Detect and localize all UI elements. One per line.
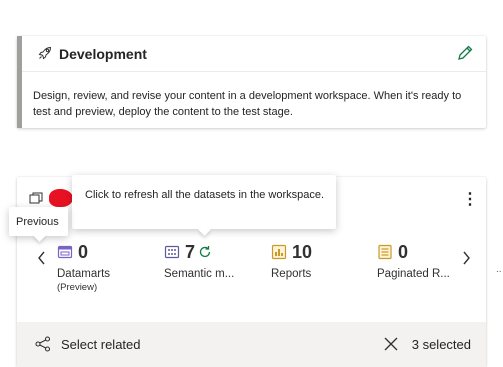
previous-arrow-button[interactable] <box>34 249 50 269</box>
stat-count: 0 <box>398 241 409 262</box>
development-stage-card: Development Design, review, and revise y… <box>17 36 486 128</box>
refresh-tooltip: Click to refresh all the datasets in the… <box>72 175 336 236</box>
stage-description: Design, review, and revise your content … <box>33 90 462 118</box>
stat-paginated-reports[interactable]: 0 Paginated R... <box>377 241 477 281</box>
stat-sublabel: (Preview) <box>57 282 98 293</box>
stat-count: 7 <box>185 241 196 262</box>
refresh-icon[interactable] <box>198 245 212 259</box>
semantic-model-icon <box>164 245 180 259</box>
stat-datamarts[interactable]: 0 Datamarts (Preview) <box>57 241 157 294</box>
stat-label: Semantic m... <box>164 268 235 280</box>
stat-semantic-models[interactable]: 7 Semantic m... <box>164 241 264 281</box>
overflow-dots: .. <box>496 264 502 275</box>
edit-pencil-icon[interactable] <box>456 44 474 62</box>
selected-count: 3 selected <box>411 337 471 352</box>
select-related-button[interactable]: Select related <box>61 337 141 352</box>
more-options-button[interactable]: ⋮ <box>462 191 478 209</box>
report-icon <box>271 244 287 260</box>
stat-count: 0 <box>78 241 89 262</box>
stat-label: Reports <box>271 268 312 280</box>
paginated-report-icon <box>378 244 392 260</box>
workspace-avatar <box>49 189 73 207</box>
close-icon[interactable] <box>384 337 398 351</box>
rocket-icon <box>38 46 52 60</box>
chevron-left-icon <box>38 251 45 265</box>
stat-reports[interactable]: 10 Reports <box>271 241 371 281</box>
workspace-icon <box>29 192 43 204</box>
datamart-icon <box>57 245 73 259</box>
stat-count: 10 <box>292 241 313 262</box>
stage-header: Development <box>22 36 486 72</box>
stat-label: Datamarts <box>57 268 111 280</box>
stage-title: Development <box>59 46 147 62</box>
previous-tooltip: Previous <box>9 207 68 242</box>
tooltip-text: Previous <box>16 216 59 228</box>
selection-bar: Select related 3 selected <box>17 322 486 367</box>
tooltip-text: Click to refresh all the datasets in the… <box>85 189 325 201</box>
stat-label: Paginated R... <box>377 268 450 280</box>
share-nodes-icon[interactable] <box>35 336 51 352</box>
